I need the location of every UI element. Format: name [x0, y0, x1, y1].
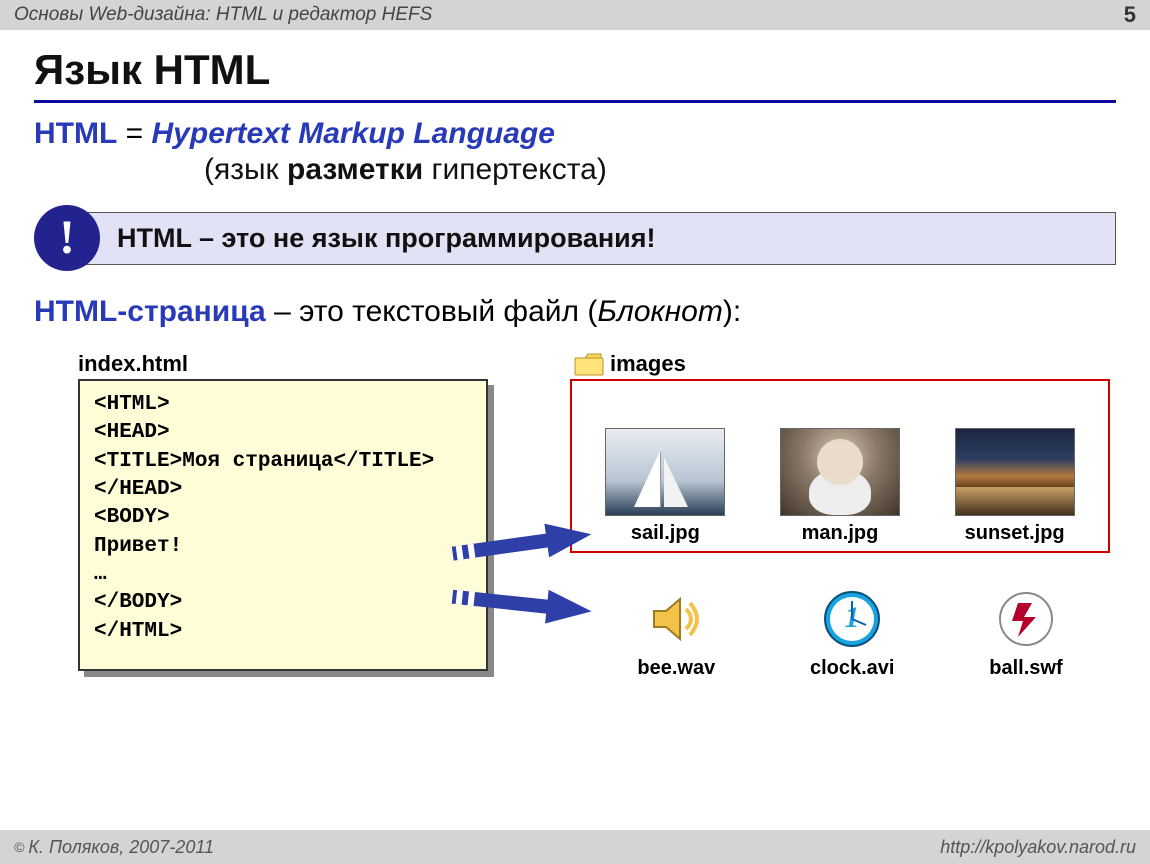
- file-video-label: clock.avi: [810, 657, 895, 679]
- thumb-sail-image: [605, 428, 725, 516]
- note-row: ! HTML – это не язык программирования!: [34, 205, 1116, 271]
- clock-icon: 1: [820, 587, 884, 651]
- note-box: HTML – это не язык программирования!: [66, 212, 1116, 265]
- footer-url: http://kpolyakov.narod.ru: [940, 837, 1136, 858]
- speaker-icon: [644, 587, 708, 651]
- page-def-line: HTML-страница – это текстовый файл (Блок…: [34, 295, 1116, 329]
- page-number: 5: [1124, 2, 1136, 28]
- code-filename: index.html: [78, 351, 188, 377]
- slide-body: Язык HTML HTML = Hypertext Markup Langua…: [0, 30, 1150, 731]
- files-row: bee.wav 1 clock.avi: [590, 587, 1110, 680]
- work-area: index.html <HTML> <HEAD> <TITLE>Моя стра…: [34, 351, 1116, 731]
- footer-author: К. Поляков, 2007-2011: [28, 837, 214, 858]
- thumb-sail: sail.jpg: [605, 428, 725, 545]
- def-eq: =: [117, 117, 151, 150]
- thumb-sail-label: sail.jpg: [631, 522, 700, 544]
- def-term: HTML: [34, 117, 117, 150]
- file-video: 1 clock.avi: [810, 587, 895, 680]
- code-box: <HTML> <HEAD> <TITLE>Моя страница</TITLE…: [78, 379, 488, 671]
- thumb-man-image: [780, 428, 900, 516]
- file-audio: bee.wav: [637, 587, 715, 680]
- page-italic: Блокнот: [597, 295, 722, 328]
- folder-icon: [574, 352, 604, 376]
- slide-heading: Язык HTML: [34, 46, 1116, 103]
- page-term: HTML-страница: [34, 295, 266, 328]
- page-close: ):: [723, 295, 741, 328]
- images-box: sail.jpg man.jpg sunset.jpg: [570, 379, 1110, 553]
- file-flash: ball.swf: [989, 587, 1062, 680]
- folder-label: images: [610, 351, 686, 377]
- header-bar: Основы Web-дизайна: HTML и редактор HEFS…: [0, 0, 1150, 30]
- thumb-man: man.jpg: [780, 428, 900, 545]
- folder-row: images: [574, 351, 686, 377]
- thumb-man-label: man.jpg: [802, 522, 879, 544]
- exclamation-icon: !: [34, 205, 100, 271]
- footer-bar: © К. Поляков, 2007-2011 http://kpolyakov…: [0, 830, 1150, 864]
- thumb-sunset-label: sunset.jpg: [965, 522, 1065, 544]
- copyright-icon: ©: [14, 839, 24, 855]
- header-title: Основы Web-дизайна: HTML и редактор HEFS: [14, 4, 432, 26]
- thumb-sunset-image: [955, 428, 1075, 516]
- thumb-sunset: sunset.jpg: [955, 428, 1075, 545]
- file-audio-label: bee.wav: [637, 657, 715, 679]
- def-expansion: Hypertext Markup Language: [152, 117, 555, 150]
- file-flash-label: ball.swf: [989, 657, 1062, 679]
- trans-bold: разметки: [287, 153, 423, 186]
- page-mid: – это текстовый файл (: [266, 295, 598, 328]
- definition-line: HTML = Hypertext Markup Language: [34, 117, 1116, 151]
- flash-icon: [994, 587, 1058, 651]
- trans-close: гипертекста): [423, 153, 607, 186]
- trans-open: (язык: [204, 153, 287, 186]
- translation-line: (язык разметки гипертекста): [204, 153, 1116, 187]
